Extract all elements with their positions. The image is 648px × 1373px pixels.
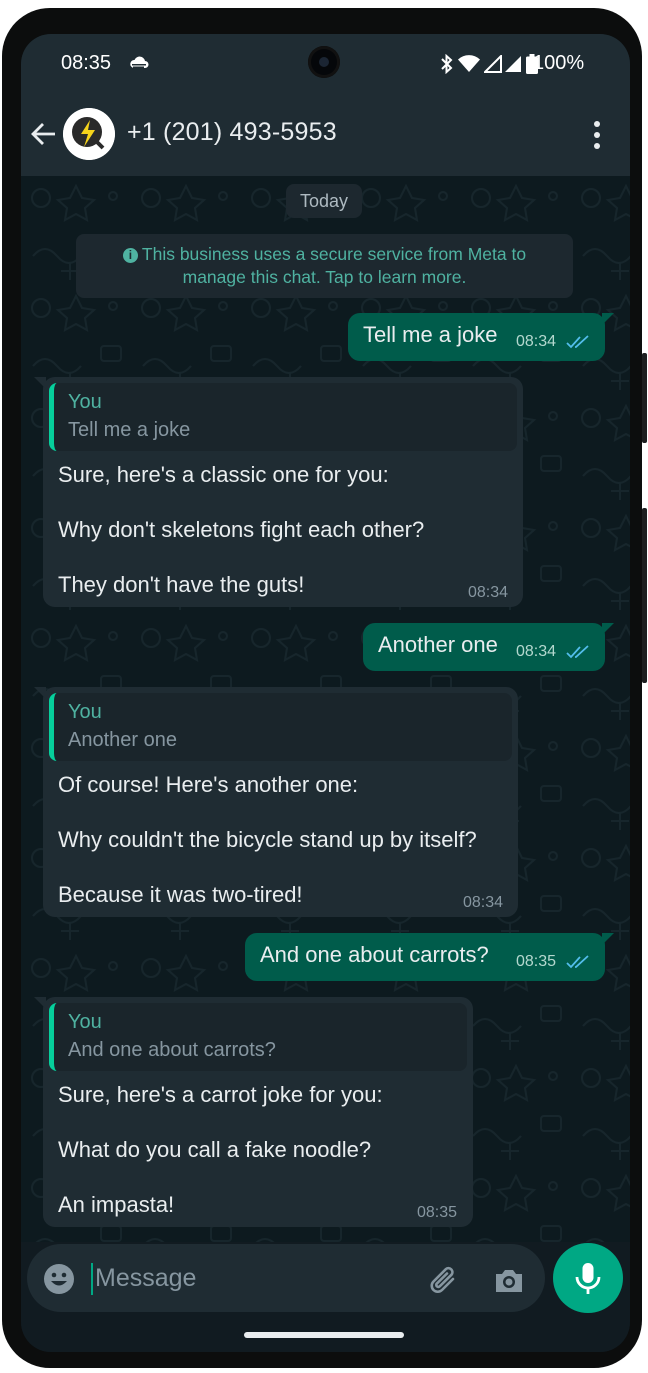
incoming-message[interactable]: You Tell me a joke Sure, here's a classi… (34, 377, 523, 607)
bluetooth-icon (440, 53, 454, 79)
avatar[interactable] (63, 108, 115, 160)
message-text: Another one (378, 632, 498, 657)
notice-line-2: manage this chat. Tap to learn more. (182, 267, 467, 287)
notice-line-1: This business uses a secure service from… (141, 244, 527, 264)
status-time: 08:35 (61, 52, 112, 74)
camera-icon[interactable] (492, 1264, 526, 1298)
message-time: 08:35 (417, 1204, 458, 1221)
message-time: 08:35 (516, 953, 557, 970)
message-time: 08:34 (516, 333, 557, 350)
more-vert-icon (594, 121, 600, 149)
attach-icon[interactable] (427, 1264, 461, 1298)
message-text: And one about carrots? (260, 942, 489, 967)
message-line: Of course! Here's another one: (58, 772, 359, 797)
quoted-reply[interactable]: You And one about carrots? (49, 1003, 467, 1071)
quoted-reply[interactable]: You Another one (49, 693, 512, 761)
read-receipt-icon (566, 335, 589, 349)
message-line: Sure, here's a carrot joke for you: (58, 1082, 383, 1107)
quote-author: You (68, 391, 102, 413)
back-arrow-icon (31, 123, 55, 145)
message-line: Sure, here's a classic one for you: (58, 462, 389, 487)
chat-header: +1 (201) 493-5953 (21, 94, 630, 176)
outgoing-message[interactable]: Tell me a joke 08:34 (348, 313, 614, 361)
screen: 08:35 100% +1 (201) 493-5953 Today i Thi… (21, 34, 630, 1352)
cloud-icon (129, 54, 149, 75)
message-text: Tell me a joke (363, 322, 498, 347)
message-time: 08:34 (463, 894, 504, 911)
mic-icon (575, 1263, 601, 1294)
encryption-notice[interactable]: i This business uses a secure service fro… (76, 234, 573, 298)
message-time: 08:34 (516, 643, 557, 660)
wifi-icon (458, 55, 480, 78)
incoming-message[interactable]: You Another one Of course! Here's anothe… (34, 687, 518, 917)
date-chip: Today (286, 184, 362, 218)
quoted-reply[interactable]: You Tell me a joke (49, 383, 517, 451)
text-cursor (91, 1263, 93, 1295)
message-line: Why couldn't the bicycle stand up by its… (58, 827, 477, 852)
volume-button (642, 508, 647, 683)
phone-frame: 08:35 100% +1 (201) 493-5953 Today i Thi… (2, 8, 647, 1368)
message-line: They don't have the guts! (58, 572, 305, 597)
quote-text: Another one (68, 729, 177, 751)
signal-icon (482, 53, 522, 78)
message-line: Because it was two-tired! (58, 882, 303, 907)
message-time: 08:34 (468, 584, 509, 601)
composer-bar: Message (21, 1242, 630, 1352)
front-camera (308, 46, 340, 78)
message-placeholder: Message (95, 1264, 197, 1292)
quote-author: You (68, 1011, 102, 1033)
status-bar: 08:35 100% (21, 34, 630, 94)
battery-level: 100% (533, 52, 585, 74)
mic-button[interactable] (553, 1243, 623, 1313)
read-receipt-icon (566, 955, 589, 969)
message-line: An impasta! (58, 1192, 175, 1217)
quote-author: You (68, 701, 102, 723)
quote-text: And one about carrots? (68, 1039, 276, 1061)
power-button (642, 353, 647, 443)
info-icon: i (122, 248, 138, 263)
emoji-icon[interactable] (43, 1263, 75, 1295)
read-receipt-icon (566, 645, 589, 659)
outgoing-message[interactable]: Another one 08:34 (363, 623, 614, 671)
message-line: Why don't skeletons fight each other? (58, 517, 425, 542)
back-button[interactable] (29, 119, 59, 149)
outgoing-message[interactable]: And one about carrots? 08:35 (245, 933, 614, 981)
lightning-logo-icon (63, 108, 115, 160)
home-indicator (244, 1332, 404, 1338)
message-line: What do you call a fake noodle? (58, 1137, 372, 1162)
contact-name[interactable]: +1 (201) 493-5953 (127, 118, 337, 147)
chat-area[interactable]: Today i This business uses a secure servi… (21, 176, 630, 1242)
more-options-button[interactable] (583, 118, 611, 152)
message-input[interactable]: Message (27, 1244, 545, 1312)
incoming-message[interactable]: You And one about carrots? Sure, here's … (34, 997, 473, 1227)
quote-text: Tell me a joke (68, 419, 191, 441)
